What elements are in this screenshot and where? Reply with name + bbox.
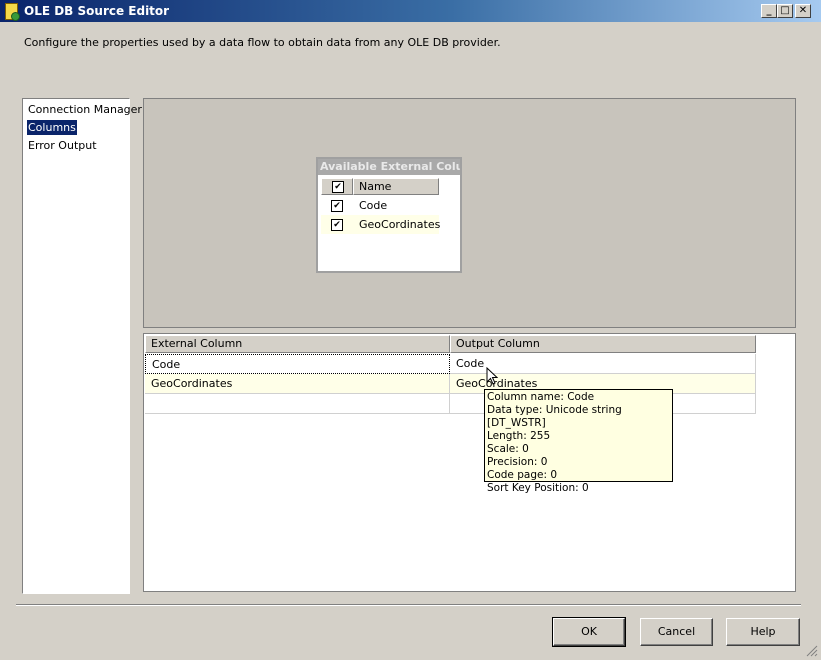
tooltip-line: Code page: 0 bbox=[487, 469, 557, 481]
available-column-row[interactable]: Code bbox=[321, 196, 439, 215]
tooltip-line: Scale: 0 bbox=[487, 443, 529, 455]
mouse-cursor-icon bbox=[486, 367, 498, 385]
column-name: GeoCordinates bbox=[359, 218, 441, 231]
nav-item-columns[interactable]: Columns bbox=[27, 120, 77, 135]
cancel-button[interactable]: Cancel bbox=[640, 618, 713, 646]
column-properties-tooltip: Column name: Code Data type: Unicode str… bbox=[484, 389, 673, 494]
minimize-button[interactable]: _ bbox=[761, 4, 777, 18]
select-all-checkbox[interactable] bbox=[332, 181, 344, 193]
window-title: OLE DB Source Editor bbox=[24, 4, 170, 18]
help-button[interactable]: Help bbox=[726, 618, 800, 646]
dialog-description: Configure the properties used by a data … bbox=[24, 36, 501, 49]
maximize-button[interactable]: □ bbox=[777, 4, 793, 18]
title-bar[interactable]: OLE DB Source Editor _ □ ✕ bbox=[0, 0, 821, 22]
column-checkbox[interactable] bbox=[331, 200, 343, 212]
tooltip-line: Sort Key Position: 0 bbox=[487, 482, 589, 494]
external-column-header[interactable]: External Column bbox=[145, 335, 450, 353]
column-name: Code bbox=[359, 199, 388, 212]
app-icon bbox=[5, 3, 20, 21]
available-external-columns-box[interactable]: Available External Colu... Name Code Geo… bbox=[316, 157, 462, 273]
resize-grip-icon[interactable] bbox=[806, 645, 818, 657]
nav-item-error-output[interactable]: Error Output bbox=[27, 138, 98, 153]
nav-item-connection-manager[interactable]: Connection Manager bbox=[27, 102, 143, 117]
tooltip-line: Column name: Code bbox=[487, 391, 595, 403]
name-column-header: Name bbox=[353, 178, 439, 195]
column-checkbox[interactable] bbox=[331, 219, 343, 231]
empty-grid-cell[interactable] bbox=[145, 394, 450, 414]
external-column-cell[interactable]: GeoCordinates bbox=[145, 374, 450, 394]
button-separator bbox=[16, 604, 801, 606]
tooltip-line: Data type: Unicode string [DT_WSTR] bbox=[487, 404, 622, 429]
output-column-header[interactable]: Output Column bbox=[450, 335, 756, 353]
close-button[interactable]: ✕ bbox=[795, 4, 811, 18]
tooltip-line: Precision: 0 bbox=[487, 456, 548, 468]
external-column-cell[interactable]: Code bbox=[145, 354, 450, 374]
column-selection-area bbox=[143, 98, 796, 328]
available-column-row[interactable]: GeoCordinates bbox=[321, 215, 441, 234]
available-columns-header: Available External Colu... bbox=[318, 159, 460, 175]
select-all-header-cell bbox=[321, 178, 353, 195]
ok-button[interactable]: OK bbox=[552, 617, 626, 647]
page-navigation-list: Connection Manager Columns Error Output bbox=[22, 98, 142, 594]
tooltip-line: Length: 255 bbox=[487, 430, 551, 442]
